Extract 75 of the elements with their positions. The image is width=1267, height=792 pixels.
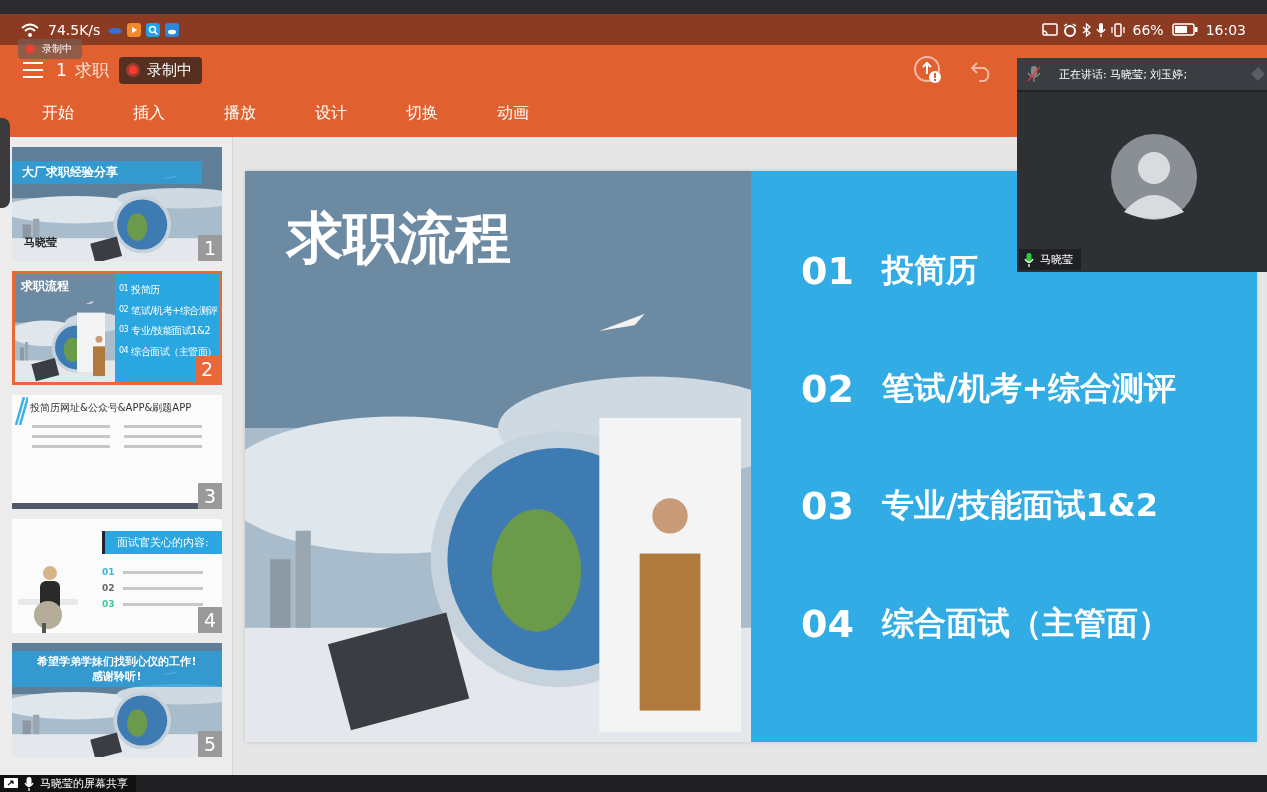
slide-thumbnail[interactable]: 面试官关心的内容: 01 02 03 4 [12, 519, 222, 633]
search-app-icon [146, 22, 161, 37]
ribbon-tab[interactable]: 切换 [406, 95, 497, 132]
muted-microphone-icon [1027, 66, 1041, 82]
ribbon-tab[interactable]: 开始 [42, 95, 133, 132]
menu-icon[interactable] [22, 61, 44, 79]
stripes-icon [14, 397, 28, 425]
ribbon-tab[interactable]: 播放 [224, 95, 315, 132]
item-label: 笔试/机考+综合测评 [881, 367, 1177, 409]
alarm-icon [1062, 22, 1077, 37]
item-number: 02 [119, 303, 129, 316]
drawer-handle[interactable] [0, 118, 10, 208]
bluetooth-icon [1081, 22, 1091, 37]
record-icon [124, 62, 141, 78]
slide-number-badge: 4 [198, 607, 222, 633]
slide-title: 希望学弟学妹们找到心仪的工作! [37, 654, 197, 669]
battery-percentage: 66% [1132, 21, 1164, 38]
item-number: 03 [801, 484, 854, 529]
video-app-icon [127, 22, 142, 37]
microphone-icon [1095, 22, 1106, 37]
item-number: 03 [102, 599, 115, 609]
microphone-icon [24, 776, 34, 791]
cast-icon [1041, 22, 1058, 37]
item-label: 专业/技能面试1&2 [881, 485, 1158, 527]
item-number: 04 [119, 344, 129, 357]
item-label: 综合面试（主管面） [131, 344, 217, 359]
item-label: 笔试/机考+综合测评 [131, 303, 218, 318]
slide-thumbnail[interactable]: 求职流程 01 投简历 02 笔试/机考+综合测评 03 专业/技能面试1&2 04 综合面试（主管面） 2 [12, 271, 222, 385]
slide-number-badge: 3 [198, 483, 222, 509]
slide-title: 大厂求职经验分享 [12, 161, 202, 184]
recording-badge: 录制中 [118, 56, 202, 84]
weather-app-icon [165, 22, 180, 37]
slide-title: 求职流程 [21, 278, 69, 295]
recording-badge: 录制中 [18, 39, 82, 59]
item-label: 综合面试（主管面） [881, 602, 1170, 644]
ribbon-tab[interactable]: 插入 [133, 95, 224, 132]
cloud-icon [108, 25, 123, 34]
person-figure [18, 563, 78, 633]
slide-thumbnail[interactable]: 希望学弟学妹们找到心仪的工作! 感谢聆听! 5 [12, 643, 222, 757]
item-number: 01 [119, 283, 129, 296]
slide-number-badge: 5 [198, 731, 222, 757]
item-label: 投简历 [131, 283, 160, 298]
slide-subtitle: 感谢聆听! [92, 669, 142, 684]
battery-icon [1171, 23, 1198, 36]
upload-icon[interactable] [913, 55, 943, 85]
item-number: 03 [119, 324, 129, 337]
record-icon [24, 43, 36, 55]
participant-tag: 马晓莹 [1019, 249, 1081, 270]
wifi-icon [20, 21, 40, 38]
slide-number-badge: 1 [198, 235, 222, 261]
document-title: 求职 [74, 58, 109, 82]
screen-share-icon [4, 777, 18, 790]
presenter-name: 马晓莹 [24, 235, 57, 250]
slide-title: 投简历网址&公众号&APP&刷题APP [30, 401, 192, 415]
slide-title: 求职流程 [287, 204, 511, 272]
speaking-status: 正在讲话: 马晓莹; 刘玉婷; [1059, 66, 1188, 82]
item-number: 04 [801, 601, 854, 646]
item-label: 投简历 [881, 250, 978, 291]
item-number: 02 [102, 583, 115, 593]
item-label: 专业/技能面试1&2 [131, 324, 211, 339]
item-number: 01 [801, 249, 854, 293]
slide-number: 1 [56, 60, 67, 80]
vibrate-icon [1110, 22, 1125, 37]
ribbon-tab[interactable]: 动画 [497, 95, 588, 132]
item-number: 02 [801, 366, 854, 411]
ribbon-tab[interactable]: 设计 [315, 95, 406, 132]
screen-share-label: 马晓莹的屏幕共享 [0, 775, 136, 792]
slide-heading: 面试官关心的内容: [102, 531, 222, 554]
clock-time: 16:03 [1205, 21, 1246, 38]
slide-number-badge: 2 [195, 356, 219, 382]
slide-thumbnail[interactable]: 大厂求职经验分享 马晓莹 1 [12, 147, 222, 261]
slide-thumbnail[interactable]: 投简历网址&公众号&APP&刷题APP 3 [12, 395, 222, 509]
microphone-icon [1024, 252, 1034, 267]
item-number: 01 [102, 567, 115, 577]
network-speed: 74.5K/s [48, 21, 101, 38]
